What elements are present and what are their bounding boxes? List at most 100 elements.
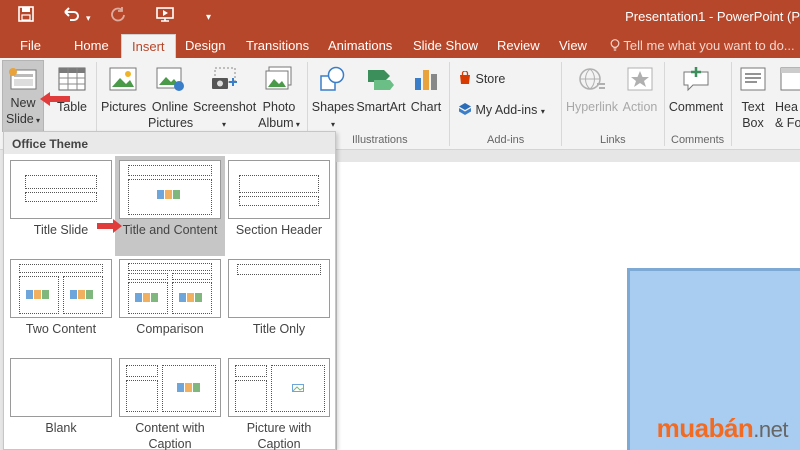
photo-album-button[interactable]: Photo Album ▾	[256, 66, 302, 133]
store-label: Store	[475, 72, 506, 86]
text-box-label-2: Box	[742, 116, 764, 130]
layout-title-only[interactable]: Title Only	[224, 255, 334, 336]
red-arrow-icon	[97, 219, 122, 233]
layout-thumbnail	[228, 259, 330, 318]
layout-thumbnail	[119, 358, 221, 417]
tell-me-text: Tell me what you want to do...	[623, 38, 795, 53]
redo-icon[interactable]	[110, 5, 126, 27]
group-separator	[664, 62, 665, 146]
photo-album-label-2: Album	[258, 116, 294, 130]
picture-icon	[292, 384, 304, 392]
layout-name: Content with Caption	[135, 421, 205, 450]
layout-section-header[interactable]: Section Header	[224, 156, 334, 237]
chevron-down-icon: ▾	[330, 120, 335, 129]
layout-blank[interactable]: Blank	[6, 354, 116, 435]
layout-title-and-content[interactable]: Title and Content	[115, 156, 225, 256]
layout-thumbnail	[228, 358, 330, 417]
layout-two-content[interactable]: Two Content	[6, 255, 116, 336]
tab-home[interactable]: Home	[74, 38, 109, 53]
my-addins-button[interactable]: My Add-ins ▾	[458, 102, 558, 120]
lightbulb-icon	[610, 38, 623, 53]
header-footer-label-2: & Fo	[775, 116, 800, 130]
smartart-icon	[355, 66, 407, 96]
layout-thumbnail	[10, 259, 112, 318]
undo-dropdown-icon[interactable]: ▾	[86, 7, 91, 29]
watermark-brand: muabán	[656, 413, 754, 443]
customize-qat-icon[interactable]: ▾	[206, 7, 211, 29]
group-label-addins: Add-ins	[487, 134, 525, 146]
layout-name: Title and Content	[122, 223, 218, 237]
layout-comparison[interactable]: Comparison	[115, 255, 225, 336]
comment-button[interactable]: Comment	[667, 66, 725, 115]
photo-album-label-1: Photo	[262, 100, 296, 114]
photo-album-icon	[256, 66, 302, 96]
tab-slide-show[interactable]: Slide Show	[413, 38, 478, 53]
group-separator	[731, 62, 732, 146]
shapes-icon	[311, 66, 355, 96]
layout-content-with-caption[interactable]: Content with Caption	[115, 354, 225, 450]
tell-me-box[interactable]: Tell me what you want to do...	[610, 38, 795, 53]
layout-thumbnail	[119, 259, 221, 318]
table-label: Table	[57, 100, 87, 114]
group-label-illustrations: Illustrations	[352, 134, 408, 146]
content-icons	[179, 293, 202, 302]
comment-label: Comment	[668, 100, 724, 114]
new-slide-label-2: Slide	[5, 112, 34, 126]
layout-thumbnail	[228, 160, 330, 219]
watermark-tld: .net	[753, 417, 788, 442]
chart-icon	[409, 66, 443, 96]
new-slide-label-1: New	[10, 96, 36, 110]
chevron-down-icon: ▾	[293, 120, 300, 129]
hyperlink-label: Hyperlink	[565, 100, 619, 114]
layout-name: Two Content	[25, 322, 97, 336]
text-box-button[interactable]: Text Box	[736, 66, 770, 131]
header-footer-icon	[779, 66, 800, 96]
layout-name: Section Header	[235, 223, 323, 237]
ribbon-tabs: File Home Insert Design Transitions Anim…	[0, 34, 800, 58]
tab-design[interactable]: Design	[185, 38, 225, 53]
tab-transitions[interactable]: Transitions	[246, 38, 309, 53]
group-label-comments: Comments	[671, 134, 725, 146]
layout-name: Title Only	[252, 322, 306, 336]
layout-picture-with-caption[interactable]: Picture with Caption	[224, 354, 334, 450]
action-label: Action	[622, 100, 658, 114]
present-from-start-icon[interactable]	[156, 5, 174, 27]
tab-animations[interactable]: Animations	[328, 38, 392, 53]
tab-insert[interactable]: Insert	[121, 34, 176, 58]
chart-button[interactable]: Chart	[409, 66, 443, 115]
smartart-button[interactable]: SmartArt	[355, 66, 407, 115]
hyperlink-button[interactable]: Hyperlink	[565, 66, 619, 115]
tab-review[interactable]: Review	[497, 38, 540, 53]
layout-name: Comparison	[136, 322, 204, 336]
action-button[interactable]: Action	[620, 66, 660, 115]
tab-view[interactable]: View	[559, 38, 587, 53]
group-separator	[449, 62, 450, 146]
watermark-logo: muabán.net	[656, 413, 789, 444]
text-box-icon	[736, 66, 770, 96]
comment-icon	[667, 66, 725, 96]
group-separator	[561, 62, 562, 146]
content-icons	[135, 293, 158, 302]
tab-file[interactable]: File	[20, 38, 41, 53]
my-addins-label: My Add-ins	[475, 103, 538, 117]
pictures-button[interactable]: Pictures	[101, 66, 146, 115]
star-icon	[620, 66, 660, 96]
content-icons	[70, 290, 93, 299]
layout-thumbnail	[10, 358, 112, 417]
content-icons	[177, 383, 200, 392]
screenshot-button[interactable]: Screenshot ▾	[193, 66, 256, 133]
online-pictures-button[interactable]: Online Pictures	[148, 66, 193, 131]
undo-icon[interactable]	[62, 5, 80, 27]
new-slide-icon	[8, 66, 38, 92]
table-button[interactable]: Table	[55, 66, 89, 115]
shapes-button[interactable]: Shapes ▾	[311, 66, 355, 133]
save-icon[interactable]	[18, 5, 34, 27]
online-picture-icon	[148, 66, 192, 96]
chart-label: Chart	[410, 100, 442, 114]
store-button[interactable]: Store	[458, 70, 548, 87]
store-icon	[458, 70, 472, 86]
group-label-links: Links	[600, 134, 626, 146]
layout-thumbnail	[119, 160, 221, 219]
header-footer-button[interactable]: Hea & Fo	[775, 66, 800, 131]
online-pictures-label-1: Online	[151, 100, 189, 114]
